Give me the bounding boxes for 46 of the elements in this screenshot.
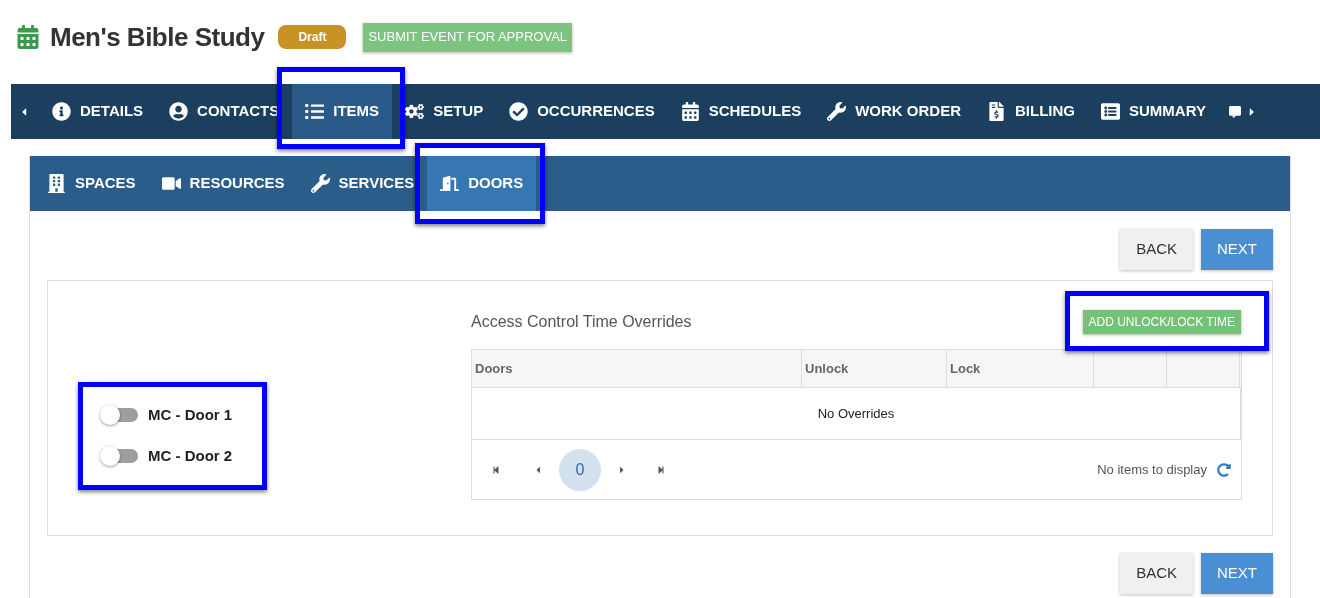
main-tab[interactable]: CONTACTS	[156, 84, 293, 139]
pager-info: No items to display	[1097, 460, 1207, 479]
tab-icon	[169, 102, 189, 121]
first-page-icon[interactable]	[492, 465, 500, 474]
calendar-icon	[17, 25, 39, 49]
tab-icon	[310, 174, 330, 193]
sub-tab[interactable]: SPACES	[34, 156, 149, 211]
main-tab[interactable]: SUMMARY	[1088, 84, 1219, 139]
main-tab[interactable]: SCHEDULES	[667, 84, 815, 139]
overrides-title: Access Control Time Overrides	[471, 311, 692, 332]
toggle-switch[interactable]	[100, 404, 138, 425]
back-button[interactable]: BACK	[1120, 553, 1193, 594]
main-tab[interactable]: ITEMS	[292, 84, 393, 139]
column-header: Doors	[472, 350, 802, 387]
tab-icon	[161, 174, 181, 193]
status-badge: Draft	[278, 25, 347, 49]
door-label: MC - Door 2	[148, 446, 233, 466]
sub-tab[interactable]: DOORS	[427, 156, 537, 211]
tab-icon	[827, 102, 847, 121]
empty-message: No Overrides	[817, 404, 895, 423]
tab-icon	[509, 102, 529, 121]
tab-icon	[440, 174, 460, 193]
column-header: Lock	[947, 350, 1094, 387]
column-header: Unlock	[802, 350, 947, 387]
tab-icon	[52, 102, 71, 121]
toggle-switch[interactable]	[100, 446, 138, 467]
door-label: MC - Door 1	[148, 404, 233, 425]
main-tab[interactable]: SETUP	[392, 84, 497, 139]
last-page-icon[interactable]	[657, 465, 665, 474]
tab-icon	[47, 174, 66, 193]
sub-tab[interactable]: RESOURCES	[148, 156, 298, 211]
tab-icon	[405, 102, 425, 121]
page-number[interactable]: 0	[559, 448, 601, 491]
main-tab[interactable]: DETAILS	[39, 84, 157, 139]
refresh-icon[interactable]	[1217, 462, 1231, 477]
main-tab[interactable]: BILLING	[974, 84, 1088, 139]
speech-icon	[1228, 104, 1241, 119]
tab-icon	[680, 102, 700, 121]
tab-icon	[305, 102, 325, 121]
main-tab[interactable]: WORK ORDER	[814, 84, 974, 139]
tab-icon	[987, 102, 1006, 121]
event-title: Men's Bible Study	[50, 20, 265, 54]
sub-tab[interactable]: SERVICES	[297, 156, 428, 211]
tab-icon	[1101, 102, 1120, 121]
back-button[interactable]: BACK	[1120, 229, 1193, 270]
main-tab[interactable]: OCCURRENCES	[496, 84, 668, 139]
